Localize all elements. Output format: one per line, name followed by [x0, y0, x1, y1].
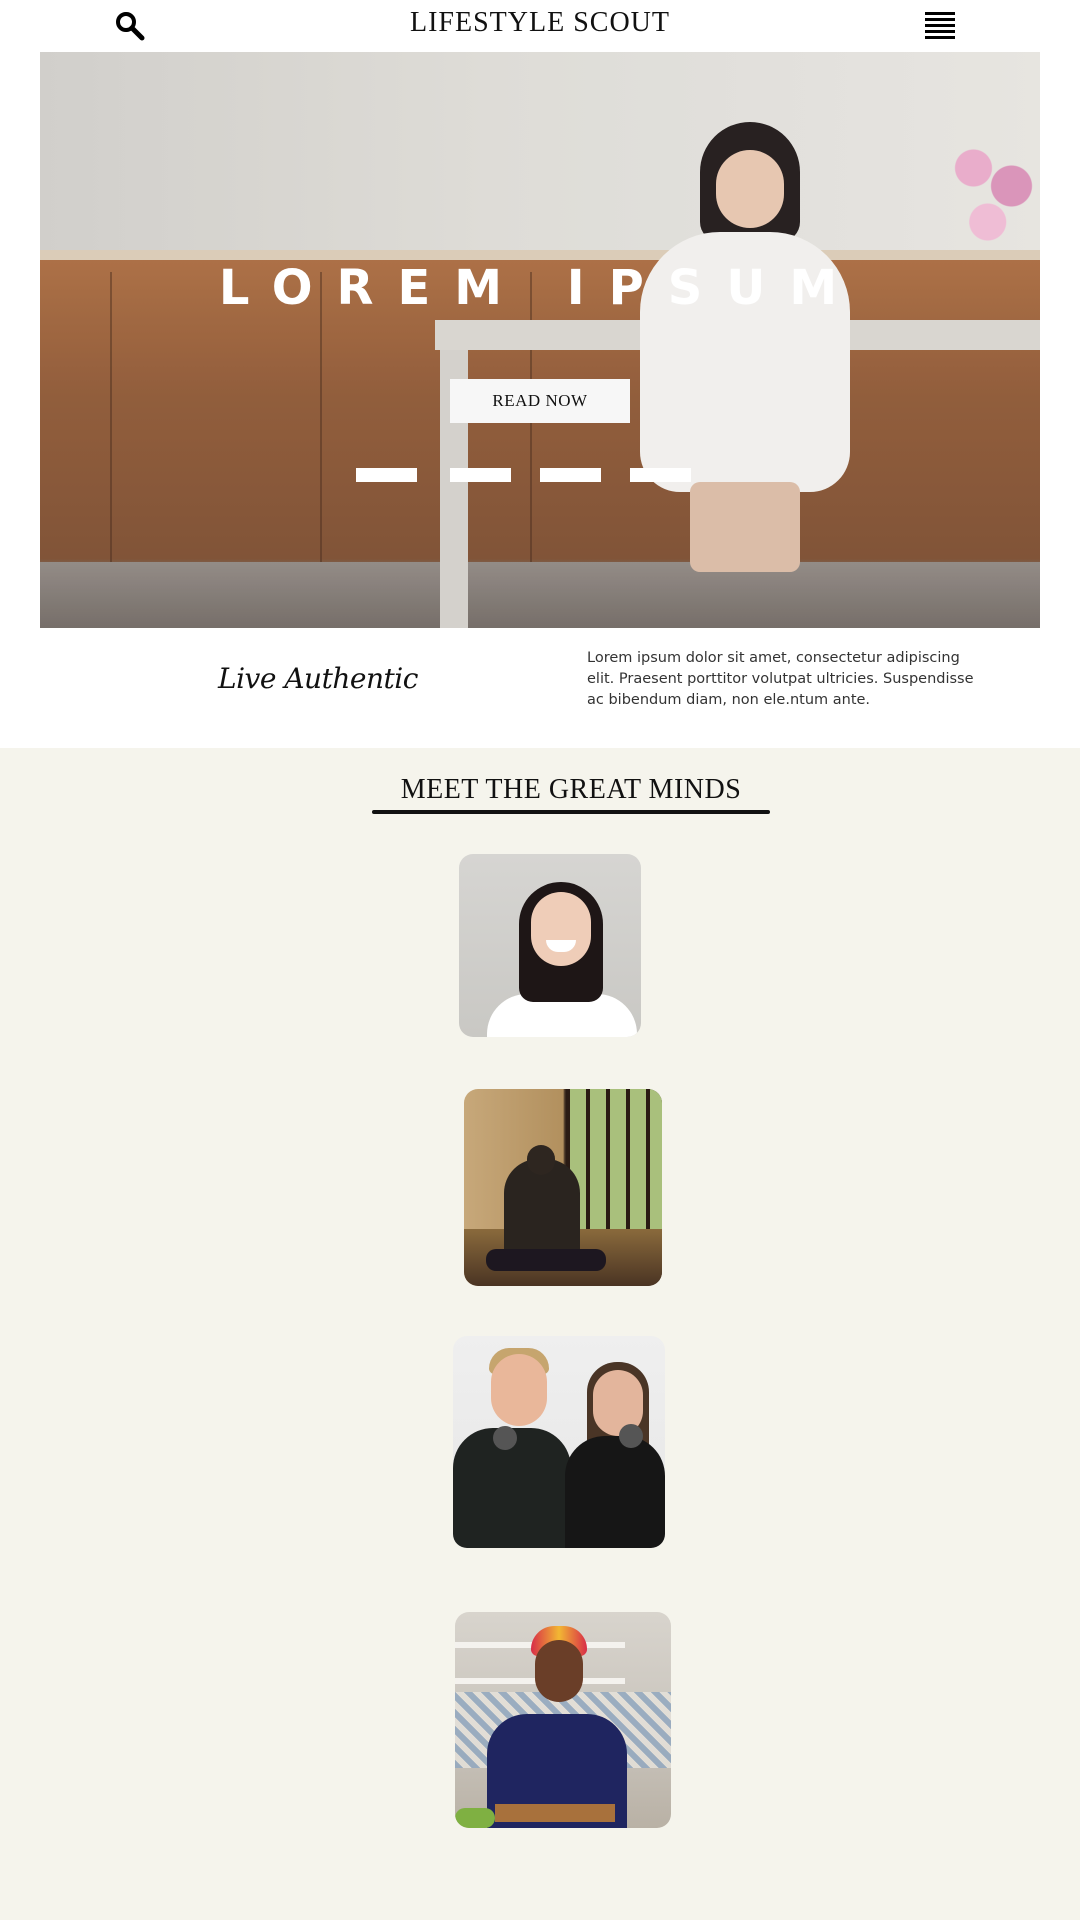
- mind-card-meditating-monk[interactable]: [464, 1089, 662, 1286]
- hero-headline: LOREM IPSUM: [218, 260, 862, 316]
- slide-indicator-2[interactable]: [450, 468, 511, 482]
- slide-indicator-4[interactable]: [630, 468, 691, 482]
- section-title: MEET THE GREAT MINDS: [400, 774, 742, 805]
- slide-indicator-3[interactable]: [540, 468, 601, 482]
- intro-text: Lorem ipsum dolor sit amet, consectetur …: [587, 650, 974, 708]
- mind-card-portrait-woman[interactable]: [459, 854, 641, 1037]
- read-now-button[interactable]: READ NOW: [450, 379, 630, 423]
- mind-card-two-men-microphones[interactable]: [453, 1336, 665, 1548]
- intro-section: Live Authentic Lorem ipsum dolor sit ame…: [0, 628, 1080, 748]
- great-minds-section: MEET THE GREAT MINDS: [0, 748, 1080, 1920]
- slide-indicator-1[interactable]: [356, 468, 417, 482]
- mind-card-woman-cooking[interactable]: [455, 1612, 671, 1828]
- hamburger-menu-icon[interactable]: [925, 12, 955, 40]
- tagline: Live Authentic: [218, 662, 418, 695]
- hero-banner: LOREM IPSUM READ NOW: [40, 52, 1040, 628]
- site-header: LIFESTYLE SCOUT: [0, 0, 1080, 52]
- site-title[interactable]: LIFESTYLE SCOUT: [0, 7, 1080, 39]
- title-underline: [372, 810, 770, 814]
